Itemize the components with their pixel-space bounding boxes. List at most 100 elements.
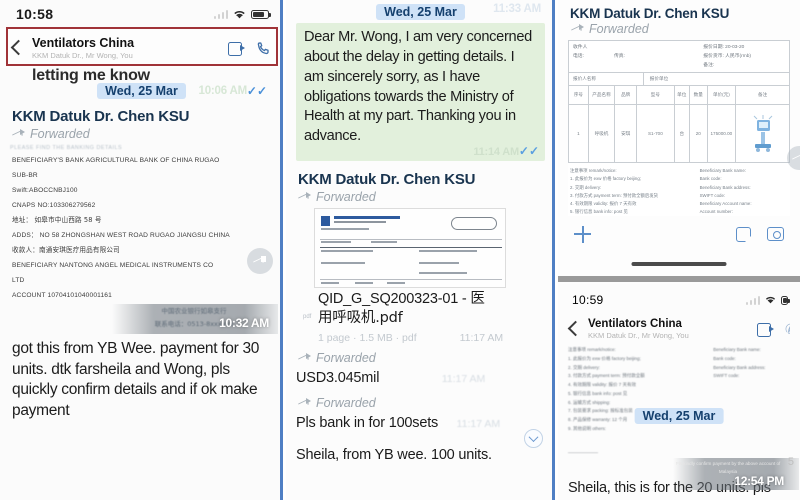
message-row[interactable]: Pls bank in for 100sets 11:17 AM xyxy=(296,414,545,432)
status-bar-time: 10:58 xyxy=(16,6,54,22)
message-body-text: Dear Mr. Wong, I am very concerned about… xyxy=(304,29,532,145)
scan-line: Beneficiary Bank name: xyxy=(713,347,761,352)
mid-date-row: Wed, 25 Mar 11:33 AM xyxy=(286,0,555,20)
date-divider: Wed, 25 Mar xyxy=(97,83,186,99)
pdf-thumbnail[interactable] xyxy=(314,208,506,289)
table-row: 1 呼吸机 安琪 S1-700 台 20 175000.00 xyxy=(568,105,790,164)
left-message-list: letting me know Wed, 25 Mar 10:06 AM ✓✓ … xyxy=(0,67,283,303)
partial-message-time: 10:06 AM xyxy=(198,85,248,97)
message-sender-name: KKM Datuk Dr. Chen KSU xyxy=(570,6,730,21)
scan-line: 9. 其他说明 others: xyxy=(568,425,607,431)
forwarded-label: Forwarded xyxy=(589,22,649,36)
form-column-headers: 序号 产品名称 品牌 型号 单位 数量 单价(元) 备注 xyxy=(568,86,790,106)
date-divider: Wed, 25 Mar xyxy=(376,4,465,20)
form-note-line: Bank code: xyxy=(699,176,722,182)
form-header-right: 报价日期: 20-03-20 报价货币: 人民币(rmb) 备注: xyxy=(703,43,785,70)
bank-detail-line: 地址： 如皋市中山西路 58 号 xyxy=(12,216,102,225)
back-chevron-icon[interactable] xyxy=(8,40,24,56)
form-cell: 20 xyxy=(689,105,708,164)
scan-faint-header: PLEASE FIND THE BANKING DETAILS xyxy=(10,145,123,151)
chat-participants: KKM Datuk Dr., Mr Wong, You xyxy=(588,331,689,341)
forward-fab-icon[interactable] xyxy=(247,248,273,274)
scan-line: 5. 银行信息 bank info: post 见 xyxy=(568,390,628,396)
scan-line: SWIFT code: xyxy=(713,373,740,379)
read-ticks-icon: ✓✓ xyxy=(518,144,539,159)
bank-details-scan: BENEFICIARY'S BANK AGRICULTURAL BANK OF … xyxy=(10,153,273,303)
add-attachment-icon[interactable] xyxy=(574,225,591,243)
form-note-line: SWIFT code: xyxy=(699,192,726,198)
form-label: 收件人 xyxy=(573,45,588,50)
message-body-text: got this from YB Wee. payment for 30 uni… xyxy=(12,340,260,419)
message-timestamp: 11:17 AM xyxy=(456,417,501,430)
chat-header-texts[interactable]: Ventilators China KKM Datuk Dr., Mr Wong… xyxy=(32,36,220,60)
scan-line: 4. 有效期限 validity: 报价 7 天有效 xyxy=(568,382,637,388)
voice-call-icon[interactable] xyxy=(256,41,271,56)
forwarded-arrow-icon xyxy=(299,192,311,202)
form-cell: 175000.00 xyxy=(707,105,737,164)
form-label: 电话: xyxy=(573,54,584,60)
bank-detail-line: BENEFICIARY NANTONG ANGEL MEDICAL INSTRU… xyxy=(12,262,214,270)
form-notes-right: Beneficiary Bank name: Bank code: Benefi… xyxy=(700,167,786,216)
form-section-label: 报价单位 xyxy=(643,73,789,87)
form-cell: 呼吸机 xyxy=(588,105,616,164)
form-note-line: Beneficiary Bank address: xyxy=(699,184,751,190)
form-label: 报价日期: 20-03-20 xyxy=(703,45,745,50)
form-cell: S1-700 xyxy=(637,105,675,164)
sticker-icon[interactable] xyxy=(736,226,751,242)
outgoing-message-bubble[interactable]: Dear Mr. Wong, I am very concerned about… xyxy=(296,23,545,162)
forwarded-arrow-icon xyxy=(299,352,311,363)
quotation-form-image[interactable]: 收件人 电话: 传真: 报价日期: 20-03-20 报价货币: 人民币(rmb… xyxy=(568,40,790,217)
form-header-left: 收件人 电话: 传真: xyxy=(573,43,625,70)
bank-detail-line: Swift:ABOCCNBJ100 xyxy=(12,187,78,195)
forwarded-arrow-icon xyxy=(13,129,25,139)
home-indicator-bar[interactable] xyxy=(631,262,727,266)
message-body-text: Pls bank in for 100sets xyxy=(296,414,439,431)
message-timestamp: 11:17 AM xyxy=(441,372,486,385)
forwarded-label-row: Forwarded xyxy=(299,396,545,410)
attachment-filename-line-2: 用呼吸机.pdf xyxy=(318,309,403,326)
form-col-header: 单价(元) xyxy=(707,86,737,106)
form-cell: 安琪 xyxy=(615,105,638,164)
chat-header-texts[interactable]: Ventilators China KKM Datuk Dr., Mr Wong… xyxy=(588,318,750,340)
form-col-header: 产品名称 xyxy=(588,86,616,106)
message-composer xyxy=(558,214,800,254)
chat-title: Ventilators China xyxy=(588,318,682,331)
form-col-header: 型号 xyxy=(637,86,675,106)
video-call-icon[interactable] xyxy=(228,42,245,56)
scroll-to-bottom-icon[interactable] xyxy=(524,429,543,448)
back-chevron-icon[interactable] xyxy=(565,321,581,337)
bank-detail-line: CNAPS NO:103306279562 xyxy=(12,202,96,210)
message-sender-name: KKM Datuk Dr. Chen KSU xyxy=(298,171,476,189)
panel-divider xyxy=(552,0,555,500)
form-note-line: 4. 有效期限 validity: 报价 7 天有效 xyxy=(570,200,637,206)
chat-header: Ventilators China KKM Datuk Dr., Mr Wong… xyxy=(0,28,283,68)
message-row[interactable]: USD3.045mil 11:17 AM xyxy=(296,369,545,387)
left-chat-panel: 10:58 Ventilators China KKM Datuk Dr., M… xyxy=(0,0,283,500)
scan-line: Bank code: xyxy=(713,355,736,361)
form-col-header: 品牌 xyxy=(615,86,638,106)
forwarded-label-row: Forwarded xyxy=(299,351,545,365)
bank-stamp-area: 中国农业银行如皋支行 联系电话：0513-8xxxxxx 10:32 AM xyxy=(0,303,283,337)
message-row[interactable]: Sheila, from YB wee. 100 units. xyxy=(296,446,545,464)
scan-line: 1. 此报价为 exw 价格 factory beijing; xyxy=(568,355,641,361)
camera-icon[interactable] xyxy=(767,227,784,241)
message-timestamp: 11:17 AM xyxy=(459,331,504,344)
form-label: 备注: xyxy=(703,63,715,69)
screenshot-edge-strip xyxy=(558,276,800,282)
message-body-text: USD3.045mil xyxy=(296,369,380,386)
form-col-header: 序号 xyxy=(569,86,589,106)
form-cell: 1 xyxy=(569,105,589,164)
bank-detail-line: BENEFICIARY'S BANK AGRICULTURAL BANK OF … xyxy=(12,157,220,164)
attachment-filename[interactable]: QID_G_SQ200323-01 - 医 用呼吸机.pdf xyxy=(296,290,545,328)
chat-header: Ventilators China KKM Datuk Dr., Mr Wong… xyxy=(558,312,800,346)
status-bar: 10:58 xyxy=(0,0,283,28)
form-note-line: 1. 此报价为 exw 价格 factory beijing; xyxy=(570,176,642,182)
video-call-icon[interactable] xyxy=(757,323,774,337)
forwarded-arrow-icon xyxy=(299,397,311,408)
scan-tail-faint: · · · · · xyxy=(618,487,656,494)
message-sender-name: KKM Datuk Dr. Chen KSU xyxy=(12,108,190,125)
voice-call-icon[interactable]: ✆ xyxy=(785,322,790,337)
message-body-text: Sheila, from YB wee. 100 units. xyxy=(296,446,492,463)
bank-detail-line: 收款人：南通安琪医疗用品有限公司 xyxy=(12,246,120,255)
status-bar-time: 10:59 xyxy=(572,293,604,307)
